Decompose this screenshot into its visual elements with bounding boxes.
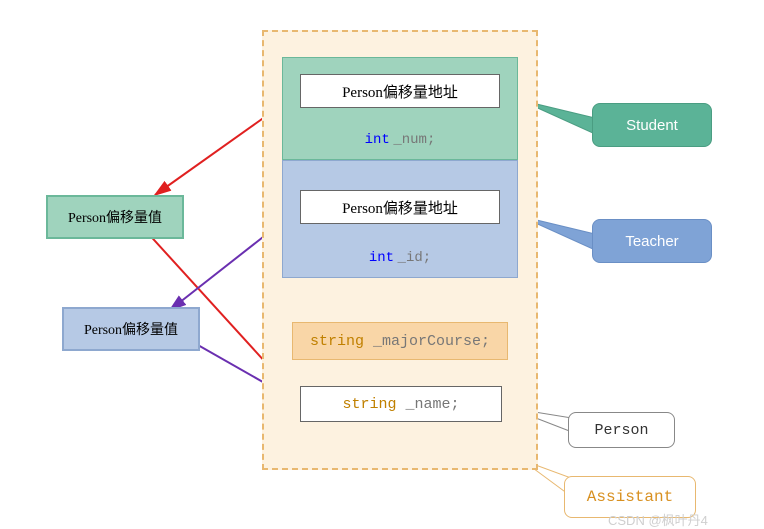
- watermark: CSDN @枫叶丹4: [608, 510, 708, 529]
- student-field: int _num;: [300, 128, 500, 152]
- name-box: string _name;: [300, 386, 502, 422]
- student-callout: Student: [592, 103, 712, 147]
- student-field-name: _num;: [393, 132, 435, 148]
- person-callout: Person: [568, 412, 675, 448]
- student-callout-text: Student: [626, 117, 678, 134]
- left-green-offset: Person偏移量值: [46, 195, 184, 239]
- person-callout-text: Person: [594, 422, 648, 439]
- major-type: string: [310, 333, 364, 350]
- teacher-callout-text: Teacher: [625, 233, 678, 250]
- teacher-addr-box: Person偏移量地址: [300, 190, 500, 224]
- student-field-type: int: [365, 132, 390, 148]
- teacher-field-name: _id;: [398, 250, 432, 266]
- left-blue-label: Person偏移量值: [84, 319, 178, 339]
- watermark-text: CSDN @枫叶丹4: [608, 513, 708, 528]
- major-course-box: string _majorCourse;: [292, 322, 508, 360]
- teacher-field-type: int: [369, 250, 394, 266]
- major-name: _majorCourse;: [373, 333, 490, 350]
- teacher-field: int _id;: [300, 246, 500, 270]
- student-addr-box: Person偏移量地址: [300, 74, 500, 108]
- left-blue-offset: Person偏移量值: [62, 307, 200, 351]
- name-ident: _name;: [406, 396, 460, 413]
- left-green-label: Person偏移量值: [68, 207, 162, 227]
- student-addr-label: Person偏移量地址: [342, 81, 458, 102]
- assistant-callout-text: Assistant: [587, 488, 673, 506]
- teacher-addr-label: Person偏移量地址: [342, 197, 458, 218]
- teacher-callout: Teacher: [592, 219, 712, 263]
- name-type: string: [342, 396, 396, 413]
